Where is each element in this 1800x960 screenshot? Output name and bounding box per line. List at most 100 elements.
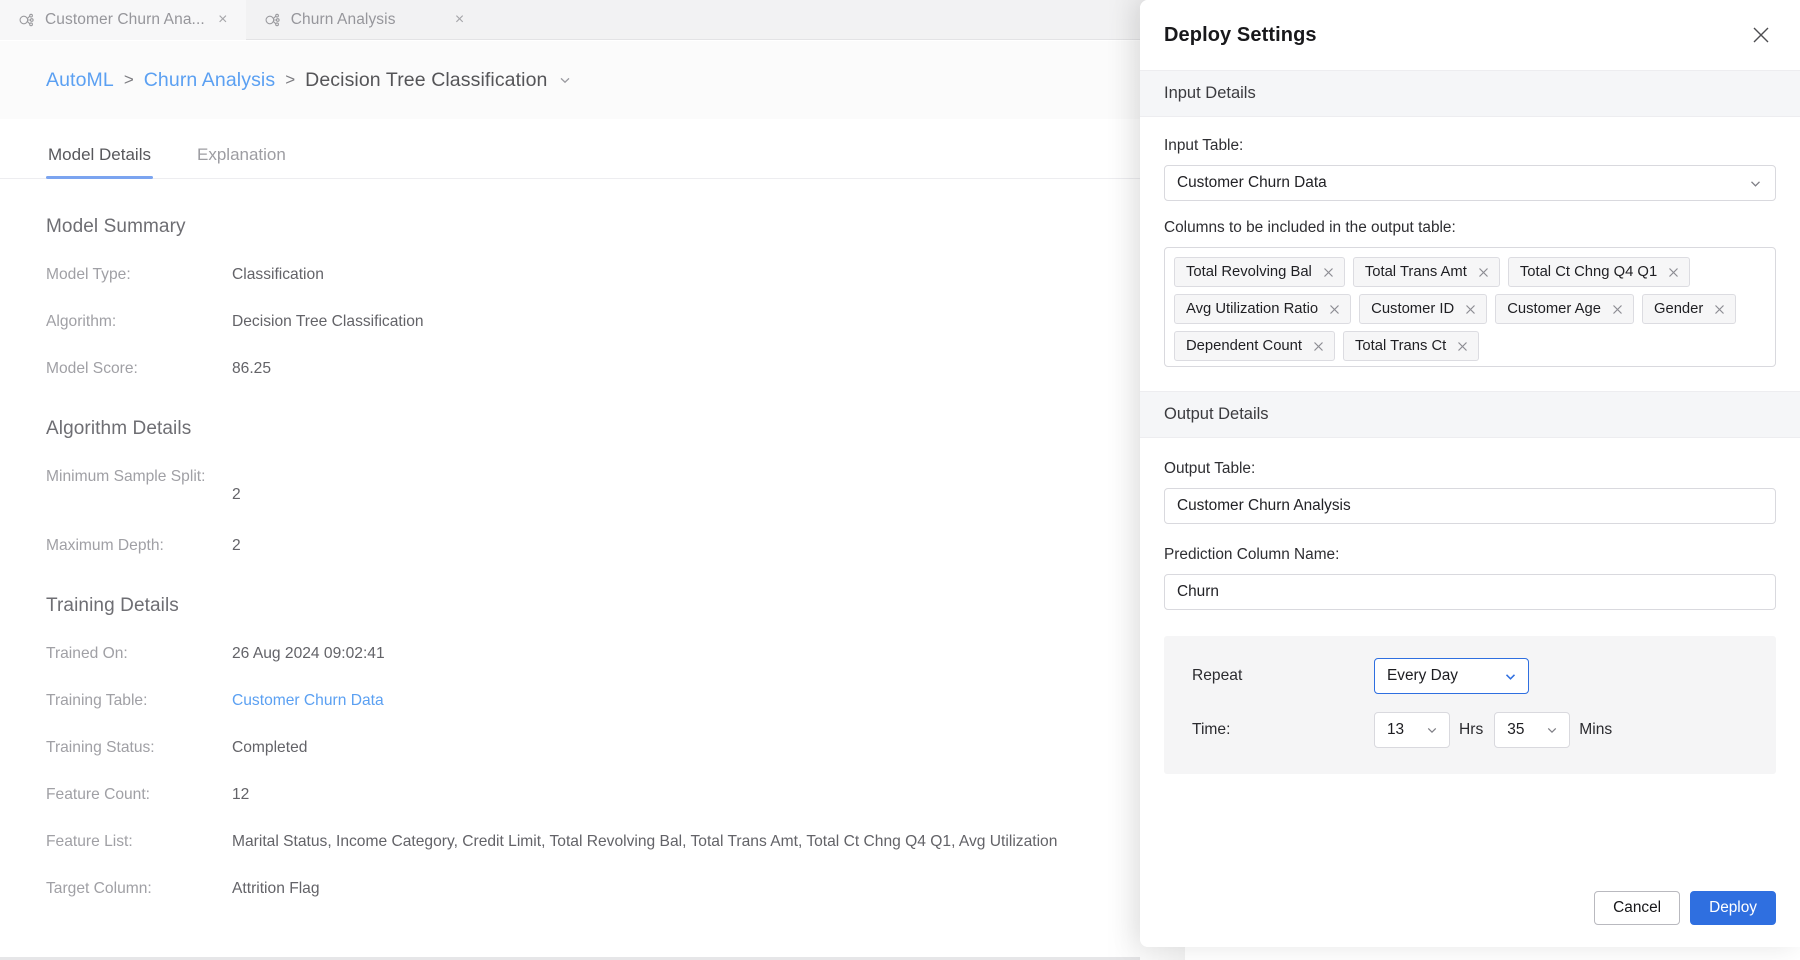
remove-chip-icon[interactable] (1312, 340, 1325, 353)
column-chip[interactable]: Total Trans Ct (1343, 331, 1480, 361)
schedule-panel: Repeat Every Day Time: 13 Hrs 35 Mins (1164, 636, 1776, 774)
column-chip-label: Total Revolving Bal (1186, 264, 1312, 280)
detail-row-max-depth: Maximum Depth: 2 (46, 535, 1094, 557)
detail-value: 2 (232, 536, 241, 554)
minutes-value: 35 (1507, 721, 1525, 738)
prediction-column-input[interactable]: Churn (1164, 574, 1776, 610)
detail-key: Algorithm: (46, 313, 117, 331)
remove-chip-icon[interactable] (1611, 303, 1624, 316)
column-chip-label: Gender (1653, 301, 1704, 317)
detail-row-feature-count: Feature Count: 12 (46, 784, 1094, 806)
detail-value: 2 (232, 486, 241, 504)
tab-explanation-label: Explanation (197, 145, 286, 164)
chevron-down-icon[interactable] (558, 73, 572, 87)
cancel-button[interactable]: Cancel (1594, 891, 1681, 925)
column-chip[interactable]: Total Revolving Bal (1174, 257, 1345, 287)
column-chip[interactable]: Dependent Count (1174, 331, 1335, 361)
column-chip[interactable]: Customer ID (1359, 294, 1488, 324)
remove-chip-icon[interactable] (1322, 266, 1335, 279)
remove-chip-icon[interactable] (1464, 303, 1477, 316)
output-details-section-header: Output Details (1140, 391, 1800, 438)
tab-model-details-label: Model Details (48, 145, 151, 164)
time-label: Time: (1192, 721, 1231, 738)
detail-key: Training Table: (46, 691, 148, 709)
detail-key: Feature List: (46, 833, 133, 851)
tab-close-icon[interactable]: × (451, 11, 469, 29)
input-table-block: Input Table: Customer Churn Data (1140, 117, 1800, 205)
chevron-down-icon (1413, 723, 1439, 737)
model-node-icon (18, 11, 36, 29)
column-chip[interactable]: Total Trans Amt (1352, 257, 1500, 287)
app-root: Customer Churn Ana... × Churn Analysis ×… (0, 0, 1800, 960)
detail-value: Attrition Flag (232, 880, 320, 898)
column-chip[interactable]: Gender (1641, 294, 1737, 324)
prediction-column-block: Prediction Column Name: Churn (1140, 528, 1800, 614)
repeat-select[interactable]: Every Day (1374, 658, 1529, 694)
detail-value: 26 Aug 2024 09:02:41 (232, 644, 385, 662)
chevron-down-icon (1491, 669, 1518, 684)
tab-close-icon[interactable]: × (214, 11, 232, 29)
hours-value: 13 (1387, 721, 1405, 738)
detail-row-feature-list: Feature List: Marital Status, Income Cat… (46, 831, 1094, 853)
column-chip-label: Customer ID (1371, 301, 1455, 317)
model-details-panel: Model Summary Model Type: Classification… (0, 180, 1140, 960)
breadcrumb-item-churn-analysis[interactable]: Churn Analysis (144, 69, 275, 92)
input-details-section-header: Input Details (1140, 70, 1800, 117)
remove-chip-icon[interactable] (1667, 266, 1680, 279)
column-chip-label: Total Ct Chng Q4 Q1 (1519, 264, 1658, 280)
prediction-column-value: Churn (1177, 583, 1219, 600)
column-chip-label: Total Trans Ct (1355, 338, 1447, 354)
column-chip-label: Dependent Count (1186, 338, 1302, 354)
columns-label: Columns to be included in the output tab… (1164, 219, 1456, 236)
hours-select[interactable]: 13 (1374, 712, 1450, 748)
repeat-label: Repeat (1192, 667, 1243, 684)
detail-key: Model Score: (46, 360, 138, 378)
output-table-block: Output Table: Customer Churn Analysis (1140, 438, 1800, 528)
tab-explanation[interactable]: Explanation (195, 145, 288, 178)
detail-row-model-score: Model Score: 86.25 (46, 358, 1094, 380)
tab-label: Churn Analysis (290, 11, 396, 28)
output-columns-block: Columns to be included in the output tab… (1140, 205, 1800, 371)
training-table-link[interactable]: Customer Churn Data (232, 690, 384, 712)
repeat-row: Repeat Every Day (1164, 658, 1776, 694)
remove-chip-icon[interactable] (1477, 266, 1490, 279)
remove-chip-icon[interactable] (1713, 303, 1726, 316)
tab-churn-analysis[interactable]: Churn Analysis × (246, 0, 483, 40)
detail-key: Minimum Sample Split: (46, 468, 206, 486)
detail-value: 86.25 (232, 360, 272, 378)
column-chip[interactable]: Avg Utilization Ratio (1174, 294, 1352, 324)
detail-row-target-column: Target Column: Attrition Flag (46, 878, 1094, 900)
breadcrumb-item-automl[interactable]: AutoML (46, 69, 114, 92)
column-chip[interactable]: Customer Age (1495, 294, 1634, 324)
breadcrumb-separator: > (123, 70, 134, 89)
dialog-footer: Cancel Deploy (1140, 873, 1800, 947)
columns-chip-container[interactable]: Total Revolving Bal Total Trans Amt Tota… (1164, 247, 1776, 367)
detail-value: Marital Status, Income Category, Credit … (232, 833, 1058, 851)
model-summary-heading: Model Summary (46, 216, 186, 237)
detail-key: Model Type: (46, 266, 131, 283)
remove-chip-icon[interactable] (1456, 340, 1469, 353)
input-table-select[interactable]: Customer Churn Data (1164, 165, 1776, 201)
training-details-heading: Training Details (46, 594, 179, 616)
minutes-unit-label: Mins (1579, 721, 1613, 738)
dialog-body: Input Table: Customer Churn Data Columns… (1140, 117, 1800, 873)
minutes-select[interactable]: 35 (1494, 712, 1571, 748)
tab-label: Customer Churn Ana... (45, 11, 205, 28)
detail-row-algorithm: Algorithm: Decision Tree Classification (46, 311, 1094, 333)
deploy-settings-dialog: Deploy Settings Input Details Input Tabl… (1140, 0, 1800, 947)
column-chip[interactable]: Total Ct Chng Q4 Q1 (1507, 257, 1691, 287)
output-table-input[interactable]: Customer Churn Analysis (1164, 488, 1776, 524)
chevron-down-icon (1533, 723, 1559, 737)
close-icon[interactable] (1746, 20, 1776, 50)
detail-row-min-sample-split: Minimum Sample Split: 2 (46, 466, 1094, 506)
detail-row-trained-on: Trained On: 26 Aug 2024 09:02:41 (46, 643, 1094, 665)
remove-chip-icon[interactable] (1328, 303, 1341, 316)
output-table-label: Output Table: (1164, 460, 1256, 477)
tab-model-details[interactable]: Model Details (46, 145, 153, 179)
detail-value: Classification (232, 266, 324, 283)
column-chip-label: Total Trans Amt (1364, 264, 1467, 280)
detail-key: Training Status: (46, 738, 155, 756)
tab-customer-churn-analysis[interactable]: Customer Churn Ana... × (0, 0, 246, 40)
deploy-button[interactable]: Deploy (1690, 891, 1776, 925)
chevron-down-icon (1748, 176, 1763, 191)
